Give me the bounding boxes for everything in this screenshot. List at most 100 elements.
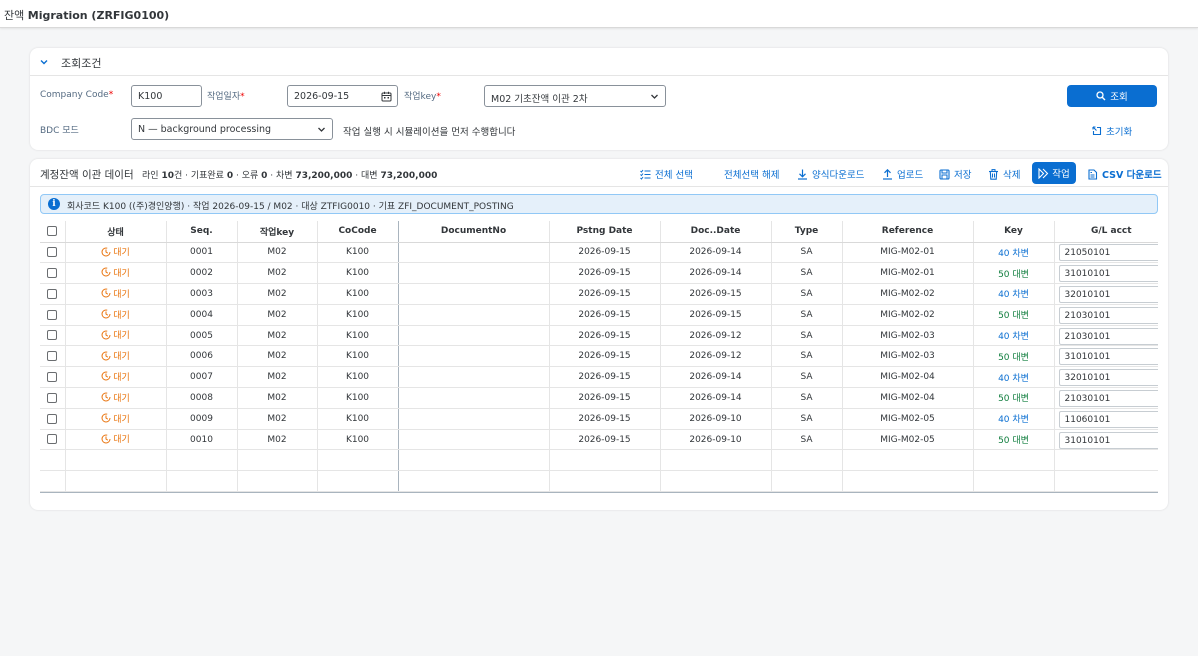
file-export-icon [1088, 168, 1098, 180]
row-checkbox-cell[interactable] [40, 304, 66, 326]
work-key-cell: M02 [237, 262, 318, 285]
row-checkbox[interactable] [47, 267, 58, 278]
reset-link[interactable]: 초기화 [1092, 124, 1132, 138]
column-header-seq[interactable]: Seq. [166, 221, 238, 243]
column-header-doc-date[interactable]: Doc..Date [660, 221, 772, 243]
upload-button[interactable]: 업로드 [882, 167, 923, 181]
work-date-input[interactable]: 2026-09-15 [287, 85, 398, 107]
reference-cell: MIG-M02-05 [842, 429, 974, 451]
gl-acct-cell: 21030101 [1054, 325, 1158, 347]
row-checkbox[interactable] [47, 371, 58, 382]
table-row[interactable]: 대기 0002 M02 K100 2026-09-15 2026-09-14 S… [40, 262, 1158, 285]
type-cell: SA [771, 429, 843, 451]
delete-button[interactable]: 삭제 [988, 167, 1020, 181]
row-checkbox[interactable] [47, 309, 58, 320]
select-all-checkbox[interactable] [47, 226, 58, 236]
row-checkbox[interactable] [47, 392, 58, 403]
cocode-cell: K100 [317, 345, 399, 368]
execute-button[interactable]: 작업 [1032, 162, 1076, 184]
column-header-status[interactable]: 상태 [65, 221, 167, 243]
table-row[interactable]: 대기 0006 M02 K100 2026-09-15 2026-09-12 S… [40, 345, 1158, 368]
row-checkbox-cell[interactable] [40, 262, 66, 285]
column-header-cocode[interactable]: CoCode [317, 221, 399, 243]
multi-select-icon [640, 169, 651, 180]
status-text: 대기 [113, 248, 130, 259]
deselect-all-button[interactable]: 전체선택 해제 [724, 167, 779, 181]
select-all-button[interactable]: 전체 선택 [640, 167, 693, 181]
table-header-row: 상태 Seq. 작업key CoCode DocumentNo Pstng Da… [40, 221, 1158, 243]
doc-date-cell: 2026-09-10 [660, 429, 772, 451]
table-row[interactable]: 대기 0001 M02 K100 2026-09-15 2026-09-14 S… [40, 242, 1158, 264]
row-checkbox-cell[interactable] [40, 408, 66, 430]
gl-acct-input[interactable]: 31010101 [1058, 265, 1158, 283]
gl-acct-input[interactable]: 21030101 [1058, 306, 1158, 324]
row-checkbox[interactable] [47, 330, 58, 341]
posting-key: 40 차변 [998, 248, 1029, 259]
column-header-document-no[interactable]: DocumentNo [398, 221, 550, 243]
table-toolbar: 계정잔액 이관 데이터 라인 10건 · 기표완료 0 · 오류 0 · 차변 … [30, 159, 1168, 187]
row-checkbox[interactable] [47, 247, 58, 258]
table-row[interactable]: 대기 0004 M02 K100 2026-09-15 2026-09-15 S… [40, 304, 1158, 326]
reference-cell: MIG-M02-04 [842, 387, 974, 409]
row-checkbox[interactable] [47, 413, 58, 424]
pstng-date-cell: 2026-09-15 [549, 262, 661, 285]
row-checkbox-cell[interactable] [40, 242, 66, 264]
table-row[interactable]: 대기 0003 M02 K100 2026-09-15 2026-09-15 S… [40, 283, 1158, 305]
posting-key-cell: 50 대변 [973, 345, 1055, 368]
column-header-work-key[interactable]: 작업key [237, 221, 318, 243]
document-no-cell [398, 262, 550, 285]
posting-key-cell: 40 차변 [973, 366, 1055, 389]
posting-key-cell: 40 차변 [973, 283, 1055, 305]
gl-acct-input[interactable]: 32010101 [1058, 285, 1158, 303]
company-code-input[interactable]: K100 [131, 85, 202, 107]
search-button[interactable]: 조회 [1067, 85, 1157, 107]
gl-acct-input[interactable]: 32010101 [1058, 369, 1158, 387]
data-grid: 상태 Seq. 작업key CoCode DocumentNo Pstng Da… [40, 221, 1158, 493]
reference-cell: MIG-M02-05 [842, 408, 974, 430]
bdc-mode-select[interactable]: N — background processing [131, 118, 333, 140]
table-row[interactable]: 대기 0009 M02 K100 2026-09-15 2026-09-10 S… [40, 408, 1158, 430]
row-checkbox-cell[interactable] [40, 345, 66, 368]
column-header-type[interactable]: Type [771, 221, 843, 243]
gl-acct-input[interactable]: 21050101 [1058, 244, 1158, 262]
template-download-button[interactable]: 양식다운로드 [797, 167, 864, 181]
row-checkbox[interactable] [47, 351, 58, 362]
select-all-checkbox-cell[interactable] [40, 221, 66, 243]
calendar-icon[interactable] [381, 91, 392, 102]
gl-acct-input[interactable]: 31010101 [1058, 431, 1158, 449]
row-checkbox[interactable] [47, 434, 58, 445]
status-text: 대기 [113, 268, 130, 279]
table-row[interactable]: 대기 0010 M02 K100 2026-09-15 2026-09-10 S… [40, 429, 1158, 451]
column-header-reference[interactable]: Reference [842, 221, 974, 243]
column-header-pstng-date[interactable]: Pstng Date [549, 221, 661, 243]
type-cell: SA [771, 387, 843, 409]
csv-download-button[interactable]: CSV 다운로드 [1087, 167, 1162, 181]
table-row[interactable]: 대기 0008 M02 K100 2026-09-15 2026-09-14 S… [40, 387, 1158, 409]
gl-acct-input[interactable]: 21030101 [1058, 389, 1158, 407]
empty-cell [549, 470, 661, 492]
work-key-select[interactable]: M02 기초잔액 이관 2차 [484, 85, 666, 107]
reference-cell: MIG-M02-02 [842, 283, 974, 305]
row-checkbox-cell[interactable] [40, 429, 66, 451]
table-row[interactable]: 대기 0007 M02 K100 2026-09-15 2026-09-14 S… [40, 366, 1158, 389]
status-badge: 대기 [101, 412, 130, 425]
type-cell: SA [771, 325, 843, 347]
row-checkbox-cell[interactable] [40, 366, 66, 389]
column-header-gl-acct[interactable]: G/L acct [1054, 221, 1158, 243]
chevron-down-icon[interactable] [39, 57, 49, 67]
column-header-key[interactable]: Key [973, 221, 1055, 243]
gl-acct-input[interactable]: 21030101 [1058, 327, 1158, 345]
save-button[interactable]: 저장 [939, 167, 971, 181]
table-row[interactable]: 대기 0005 M02 K100 2026-09-15 2026-09-12 S… [40, 325, 1158, 347]
row-checkbox-cell[interactable] [40, 387, 66, 409]
gl-acct-input[interactable]: 11060101 [1058, 410, 1158, 428]
filter-header[interactable]: 조회조건 [30, 48, 1168, 76]
status-text: 대기 [113, 331, 130, 342]
row-checkbox[interactable] [47, 288, 58, 299]
pstng-date-cell: 2026-09-15 [549, 408, 661, 430]
row-checkbox-cell[interactable] [40, 325, 66, 347]
gl-acct-input[interactable]: 31010101 [1058, 348, 1158, 366]
row-checkbox-cell[interactable] [40, 283, 66, 305]
download-icon [798, 169, 807, 180]
gl-acct-cell: 32010101 [1054, 366, 1158, 389]
